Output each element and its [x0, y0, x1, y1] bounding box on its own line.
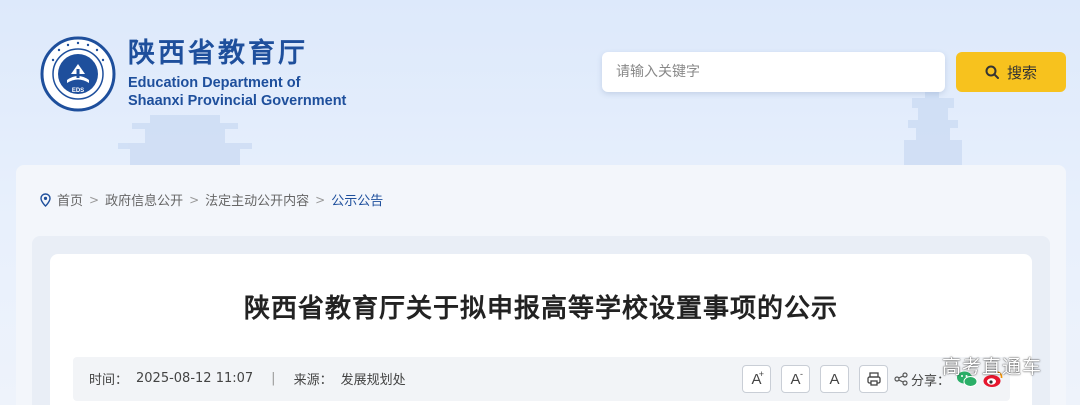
font-increase-sup: +	[758, 369, 764, 379]
search-input[interactable]	[602, 52, 945, 92]
time-label: 时间：	[89, 373, 129, 388]
breadcrumb-current[interactable]: 公示公告	[331, 190, 383, 209]
source-label: 来源：	[293, 373, 333, 388]
font-increase-button[interactable]: A +	[742, 365, 771, 393]
print-icon	[866, 372, 881, 386]
font-decrease-sup: -	[800, 369, 803, 379]
location-pin-icon	[40, 192, 51, 207]
search-button-label: 搜索	[1006, 63, 1037, 82]
search-button[interactable]: 搜索	[956, 52, 1066, 92]
share-icon	[894, 372, 908, 386]
article-meta: 时间： 2025-08-12 11:07 | 来源： 发展规划处	[89, 369, 406, 388]
search-icon	[985, 65, 999, 79]
breadcrumb-gov-info[interactable]: 政府信息公开	[105, 190, 183, 209]
publish-time: 2025-08-12 11:07	[136, 371, 254, 386]
site-logo[interactable]: EDS 陕西省教育厅 Education Department of Shaan…	[40, 36, 346, 112]
breadcrumb-separator: >	[89, 192, 100, 207]
article-title: 陕西省教育厅关于拟申报高等学校设置事项的公示	[243, 294, 838, 324]
brand-name-en-line1: Education Department of	[128, 75, 301, 91]
font-decrease-button[interactable]: A -	[781, 365, 810, 393]
breadcrumb-separator: >	[315, 192, 326, 207]
brand-text: 陕西省教育厅 Education Department of Shaanxi P…	[128, 38, 346, 110]
breadcrumb-legal-disclosure[interactable]: 法定主动公开内容	[205, 190, 309, 209]
font-reset-label: A	[829, 370, 840, 388]
breadcrumb: 首页 > 政府信息公开 > 法定主动公开内容 > 公示公告	[40, 190, 383, 209]
breadcrumb-home[interactable]: 首页	[57, 190, 83, 209]
font-reset-button[interactable]: A	[820, 365, 849, 393]
breadcrumb-separator: >	[189, 192, 200, 207]
brand-name-en-line2: Shaanxi Provincial Government	[128, 93, 347, 109]
department-emblem-icon: EDS	[40, 36, 116, 112]
watermark-text: 高考直通车	[942, 356, 1043, 378]
font-decrease-label: A	[790, 370, 801, 388]
emblem-text: EDS	[72, 88, 84, 94]
meta-divider: |	[271, 371, 276, 386]
print-button[interactable]	[859, 365, 888, 393]
brand-name-cn: 陕西省教育厅	[128, 38, 308, 69]
source-value: 发展规划处	[340, 373, 406, 388]
